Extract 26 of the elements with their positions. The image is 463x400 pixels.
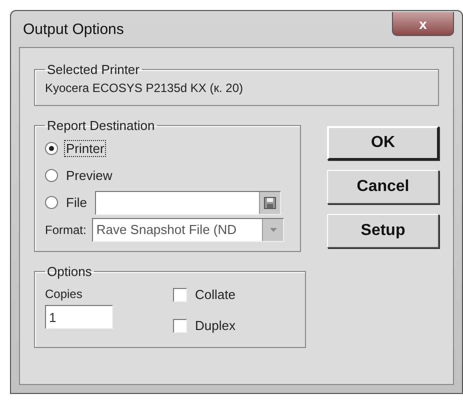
radio-button[interactable] (45, 142, 58, 155)
dialog-button[interactable]: OK (327, 126, 439, 160)
radio-label[interactable]: Preview (64, 167, 114, 184)
file-field[interactable] (94, 190, 281, 214)
copies-label: Copies (45, 287, 84, 301)
save-icon[interactable] (258, 192, 280, 214)
caret-icon (270, 228, 277, 232)
radio-button[interactable] (45, 169, 58, 182)
checkbox[interactable] (173, 288, 187, 302)
checkbox[interactable] (173, 318, 187, 332)
format-label: Format: (45, 222, 86, 236)
group-title: Selected Printer (46, 62, 140, 77)
group-title: Report Destination (46, 118, 156, 133)
dialog-button[interactable]: Setup (327, 214, 439, 248)
printer-name: Kyocera ECOSYS P2135d KX (к. 20) (45, 81, 244, 95)
checkbox-label[interactable]: Collate (193, 286, 238, 303)
radio-label[interactable]: Printer (64, 140, 106, 157)
radio-button[interactable] (45, 196, 58, 209)
format-dropdown[interactable]: Rave Snapshot File (ND (92, 218, 284, 242)
dialog-button[interactable]: Cancel (327, 170, 439, 204)
checkbox-label[interactable]: Duplex (193, 317, 238, 334)
close-button[interactable]: x (392, 12, 454, 36)
group-title: Options (46, 264, 93, 279)
radio-label[interactable]: File (64, 194, 89, 211)
window-title: Output Options (22, 20, 124, 38)
copies-field[interactable]: 1 (45, 305, 113, 329)
